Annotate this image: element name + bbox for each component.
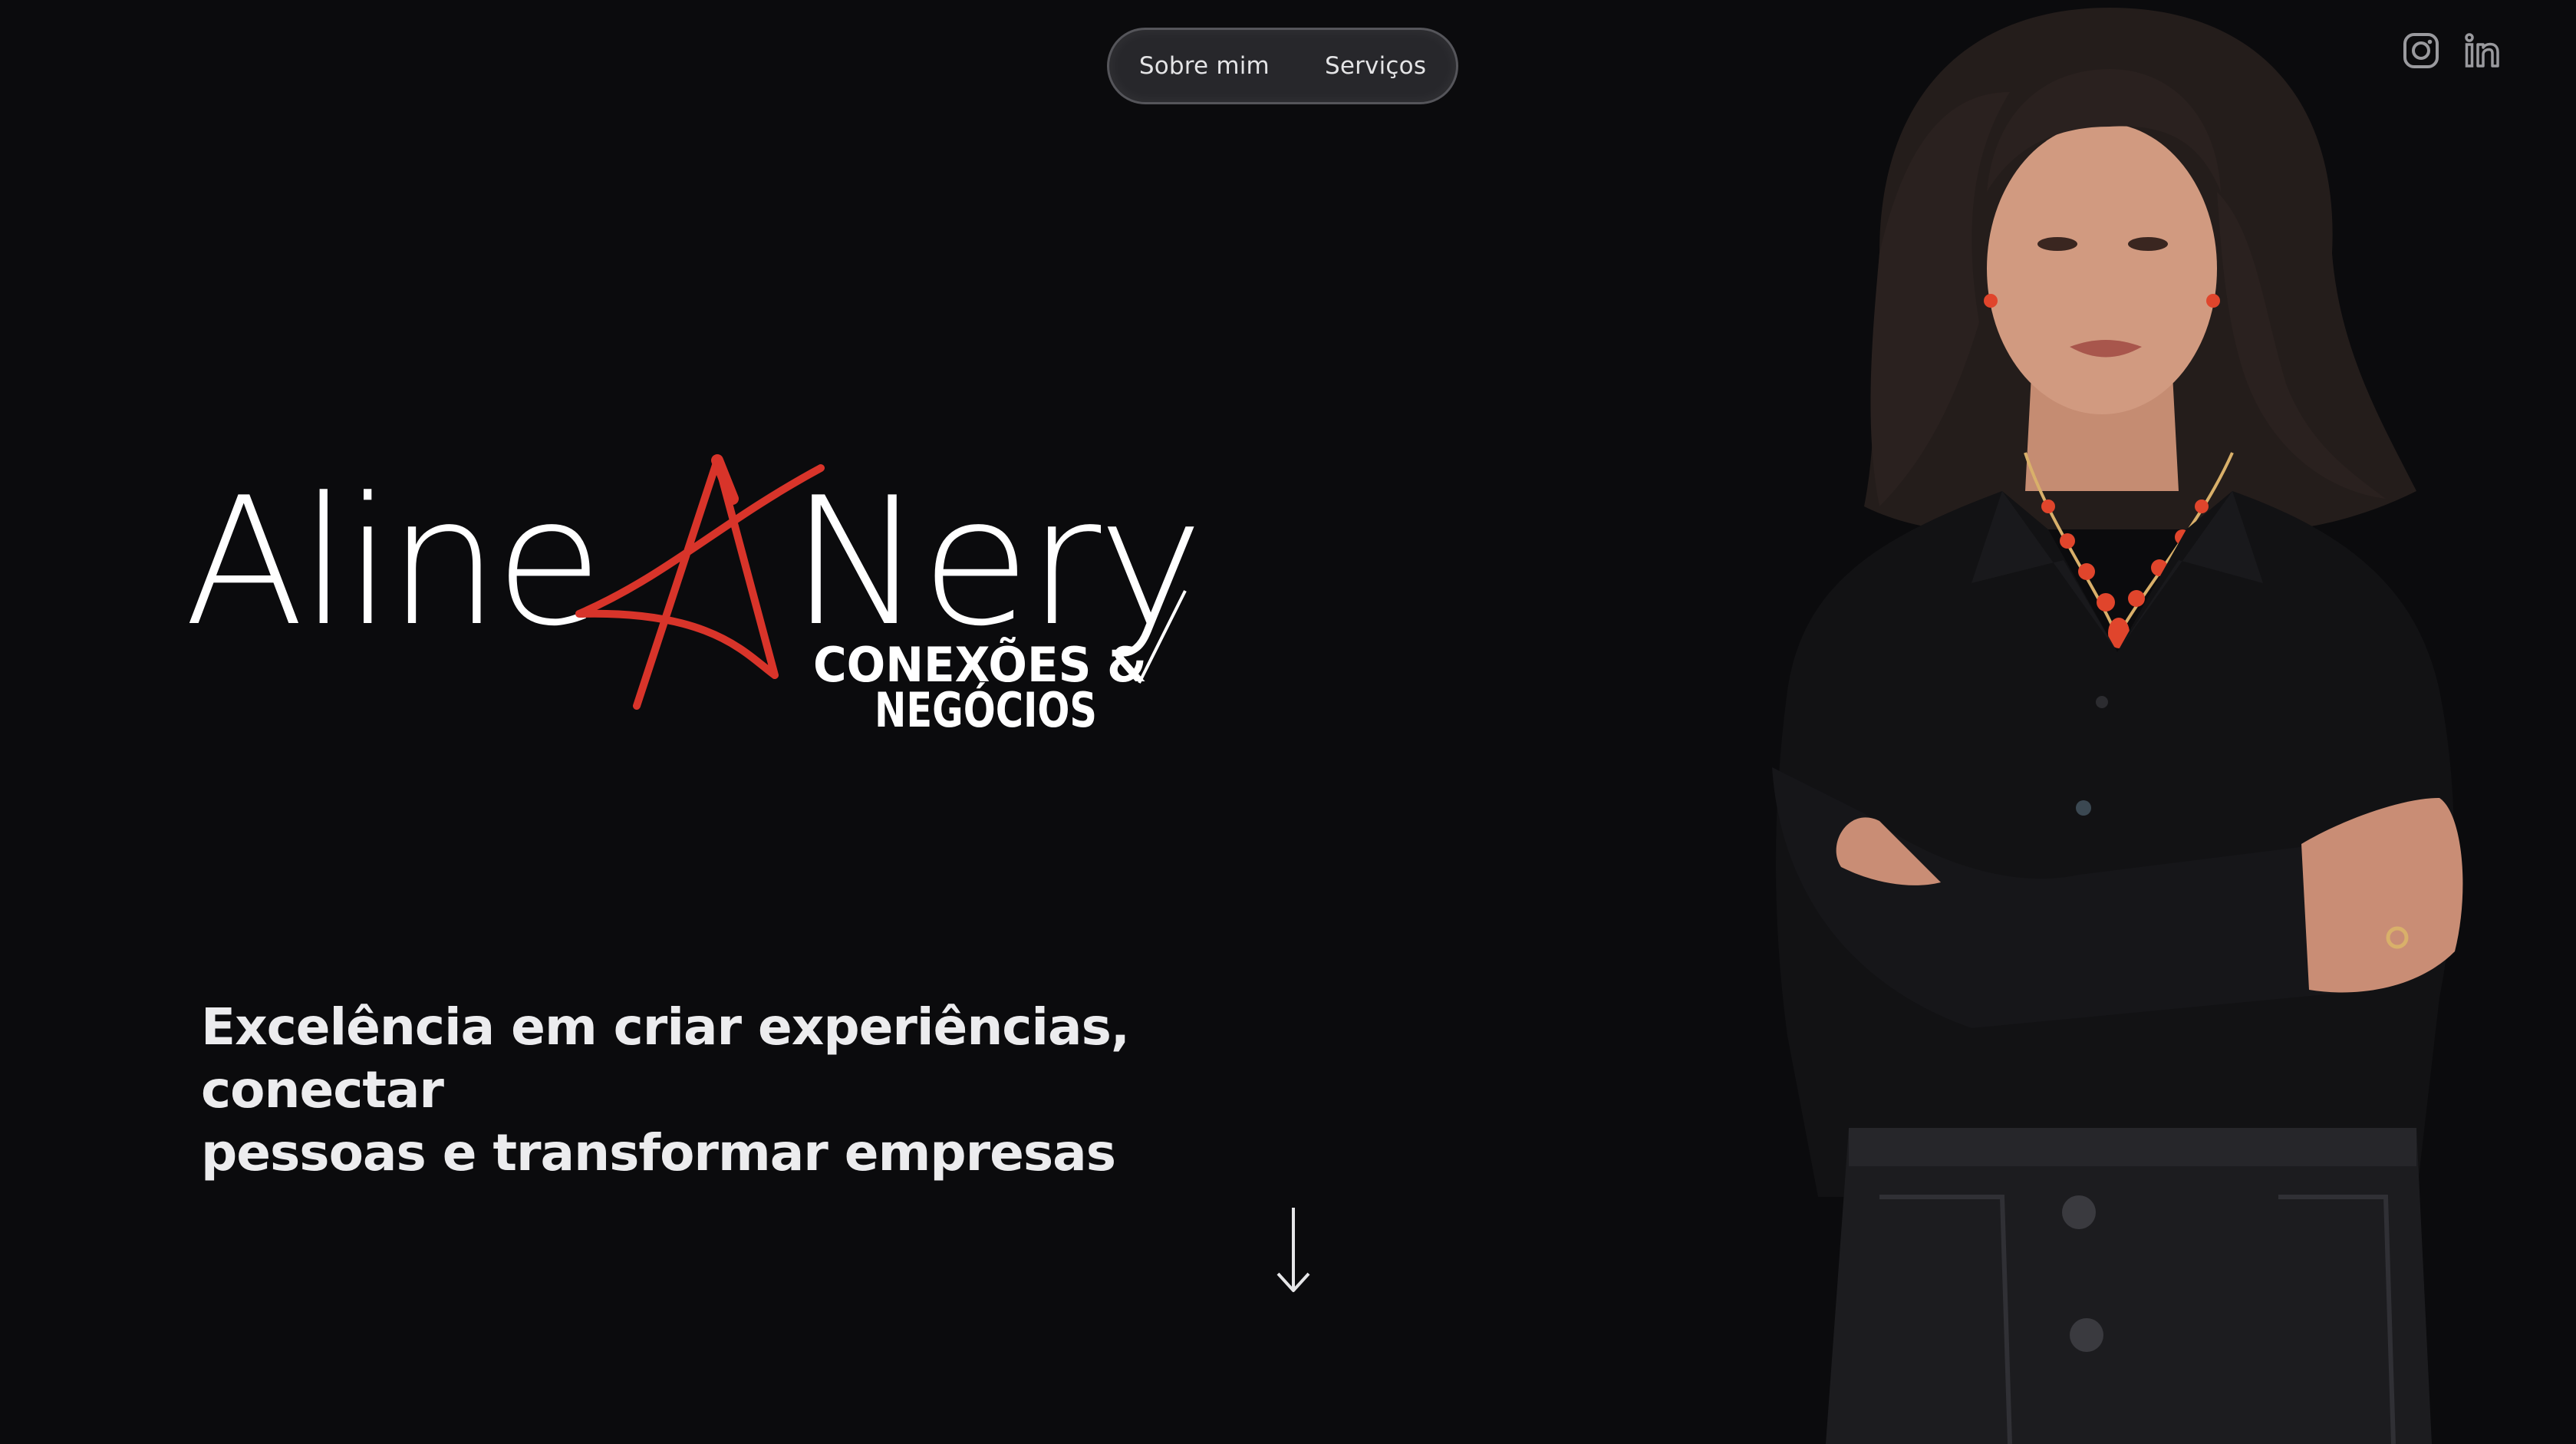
nav-link-servicos[interactable]: Serviços [1325, 52, 1426, 80]
nav-link-sobre-mim[interactable]: Sobre mim [1139, 52, 1270, 80]
hero-page: Sobre mim Serviços Aline Nery CONEXÕES &… [0, 0, 2576, 1444]
brand-logo: Aline Nery CONEXÕES & NEGÓCIOS [184, 453, 1258, 752]
main-nav: Sobre mim Serviços [1107, 28, 1458, 104]
hero-tagline: Excelência em criar experiências, conect… [201, 996, 1290, 1185]
logo-last-name: Nery [790, 460, 1201, 665]
hero-tagline-line1: Excelência em criar experiências, conect… [201, 997, 1130, 1119]
logo-a-mark [575, 454, 825, 710]
portrait-photo [1649, 0, 2508, 1444]
arrow-down-icon[interactable] [1274, 1205, 1313, 1297]
logo-subtitle-line2: NEGÓCIOS [875, 682, 1097, 738]
logo-first-name: Aline [184, 460, 598, 665]
hero-tagline-line2: pessoas e transformar empresas [201, 1123, 1116, 1182]
